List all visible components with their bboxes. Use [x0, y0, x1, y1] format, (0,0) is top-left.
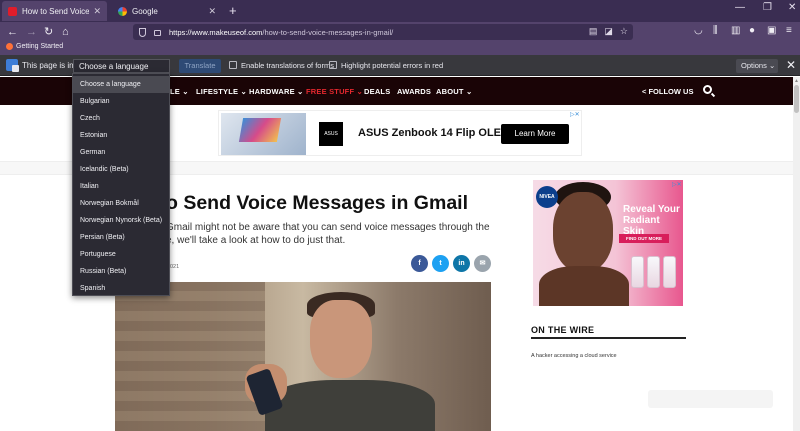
language-option[interactable]: Norwegian Bokmål	[73, 195, 169, 212]
close-tab-icon[interactable]: ✕	[93, 6, 101, 17]
scroll-up-icon[interactable]: ▲	[794, 78, 799, 84]
nav-item-partial[interactable]: LE ⌄	[170, 87, 189, 96]
navigation-toolbar: ← → ↻ ⌂ https://www.makeuseof.com/how-to…	[0, 22, 800, 42]
window-close-icon[interactable]: ✕	[788, 2, 796, 13]
email-share-icon[interactable]: ✉	[474, 255, 491, 272]
section-divider	[531, 337, 686, 339]
search-icon[interactable]	[703, 85, 712, 94]
close-translation-bar-icon[interactable]: ✕	[786, 58, 796, 72]
language-option[interactable]: Bulgarian	[73, 93, 169, 110]
language-option[interactable]: Estonian	[73, 127, 169, 144]
new-tab-icon[interactable]: +	[229, 3, 237, 18]
article-title: o Send Voice Messages in Gmail	[166, 192, 468, 214]
adchoices-icon[interactable]: ▷✕	[570, 111, 580, 118]
bookmark-star-icon[interactable]: ☆	[620, 26, 628, 37]
product-bottle	[631, 256, 644, 288]
translation-icon	[6, 59, 19, 72]
language-select[interactable]: Choose a language	[73, 59, 170, 73]
nav-item-hardware[interactable]: HARDWARE ⌄	[249, 87, 304, 96]
url-text[interactable]: https://www.makeuseof.com/how-to-send-vo…	[169, 28, 393, 37]
language-option[interactable]: Czech	[73, 110, 169, 127]
reader-view-icon[interactable]: ▤	[589, 26, 598, 37]
language-option[interactable]: Italian	[73, 178, 169, 195]
facebook-share-icon[interactable]: f	[411, 255, 428, 272]
enable-forms-label: Enable translations of forms	[241, 61, 334, 70]
translate-icon[interactable]: ◪	[604, 26, 613, 37]
back-icon[interactable]: ←	[7, 25, 18, 39]
adchoices-icon[interactable]: ▷✕	[672, 181, 682, 188]
side-ad-headline: Reveal Your Radiant Skin	[623, 204, 680, 237]
nav-item-lifestyle[interactable]: LIFESTYLE ⌄	[196, 87, 247, 96]
article-subtitle: e, we'll take a look at how to do just t…	[166, 235, 346, 246]
sidebar-ad[interactable]: NIVEA Reveal Your Radiant Skin FIND OUT M…	[533, 180, 683, 306]
linkedin-share-icon[interactable]: in	[453, 255, 470, 272]
tab-title: Google	[132, 6, 158, 16]
wire-item-link[interactable]: A hacker accessing a cloud service	[531, 353, 617, 359]
reload-icon[interactable]: ↻	[44, 25, 53, 39]
tab-active[interactable]: How to Send Voice Messages in Gmail ✕	[2, 1, 107, 21]
ad-headline: ASUS Zenbook 14 Flip OLED	[358, 127, 509, 139]
product-bottle	[663, 256, 676, 288]
translate-button[interactable]: Translate	[179, 59, 221, 73]
account-icon[interactable]: ●	[749, 25, 755, 36]
faded-placeholder	[648, 390, 773, 408]
options-button[interactable]: Options ⌄	[736, 59, 778, 73]
forward-icon[interactable]: →	[26, 25, 37, 39]
translation-label: This page is in	[22, 61, 74, 70]
sidebar-icon[interactable]: ▥	[731, 25, 740, 36]
article-hero-image	[115, 282, 491, 431]
home-icon[interactable]: ⌂	[62, 25, 69, 39]
language-option[interactable]: Spanish	[73, 280, 169, 297]
address-bar[interactable]: https://www.makeuseof.com/how-to-send-vo…	[133, 24, 633, 40]
learn-more-button[interactable]: Learn More	[501, 124, 569, 144]
tab-google[interactable]: Google ✕	[112, 1, 222, 21]
nav-item-about[interactable]: ABOUT ⌄	[436, 87, 472, 96]
language-option[interactable]: Choose a language	[73, 76, 169, 93]
nivea-logo: NIVEA	[536, 186, 558, 208]
nav-item-awards[interactable]: AWARDS	[397, 87, 431, 96]
pocket-icon[interactable]: ◡	[694, 25, 703, 36]
scrollbar-thumb[interactable]	[794, 85, 799, 113]
menu-icon[interactable]: ≡	[786, 25, 792, 36]
tracking-shield-icon[interactable]	[139, 27, 146, 37]
tab-title: How to Send Voice Messages in Gmail	[22, 6, 90, 16]
find-out-more-button[interactable]: FIND OUT MORE	[619, 234, 669, 243]
laptop-image	[221, 113, 306, 155]
extension-icon[interactable]: ▣	[767, 25, 776, 36]
follow-us-button[interactable]: < FOLLOW US	[642, 87, 693, 96]
language-option[interactable]: Persian (Beta)	[73, 229, 169, 246]
lock-icon[interactable]	[154, 30, 161, 36]
muo-favicon-icon	[8, 6, 17, 16]
restore-icon[interactable]: ❐	[763, 2, 772, 13]
article-subtitle: Gmail might not be aware that you can se…	[166, 222, 490, 233]
language-option[interactable]: German	[73, 144, 169, 161]
on-the-wire-heading: ON THE WIRE	[531, 325, 595, 335]
bookmark-getting-started[interactable]: Getting Started	[6, 43, 63, 50]
product-bottle	[647, 256, 660, 288]
highlight-errors-label: Highlight potential errors in red	[341, 61, 444, 70]
library-icon[interactable]: ⫼	[713, 25, 718, 36]
minimize-icon[interactable]: —	[735, 2, 745, 13]
language-option[interactable]: Portuguese	[73, 246, 169, 263]
language-option[interactable]: Russian (Beta)	[73, 263, 169, 280]
top-banner-ad[interactable]: ASUS ASUS Zenbook 14 Flip OLED Learn Mor…	[218, 110, 582, 156]
bookmarks-bar: Getting Started	[0, 42, 800, 55]
twitter-share-icon[interactable]: t	[432, 255, 449, 272]
tab-strip: How to Send Voice Messages in Gmail ✕ Go…	[0, 0, 800, 22]
article-date: 021	[170, 264, 180, 270]
close-tab-icon[interactable]: ✕	[208, 6, 216, 17]
asus-logo: ASUS	[319, 122, 343, 146]
page-scrollbar[interactable]: ▲	[793, 77, 800, 431]
firefox-icon	[6, 43, 13, 50]
nav-item-deals[interactable]: DEALS	[364, 87, 390, 96]
google-favicon-icon	[118, 6, 127, 16]
language-option[interactable]: Norwegian Nynorsk (Beta)	[73, 212, 169, 229]
language-option[interactable]: Icelandic (Beta)	[73, 161, 169, 178]
language-dropdown-list[interactable]: Choose a language Bulgarian Czech Estoni…	[72, 73, 170, 296]
highlight-errors-checkbox[interactable]	[329, 61, 337, 69]
nav-item-free-stuff[interactable]: FREE STUFF ⌄	[306, 87, 363, 96]
enable-forms-checkbox[interactable]	[229, 61, 237, 69]
